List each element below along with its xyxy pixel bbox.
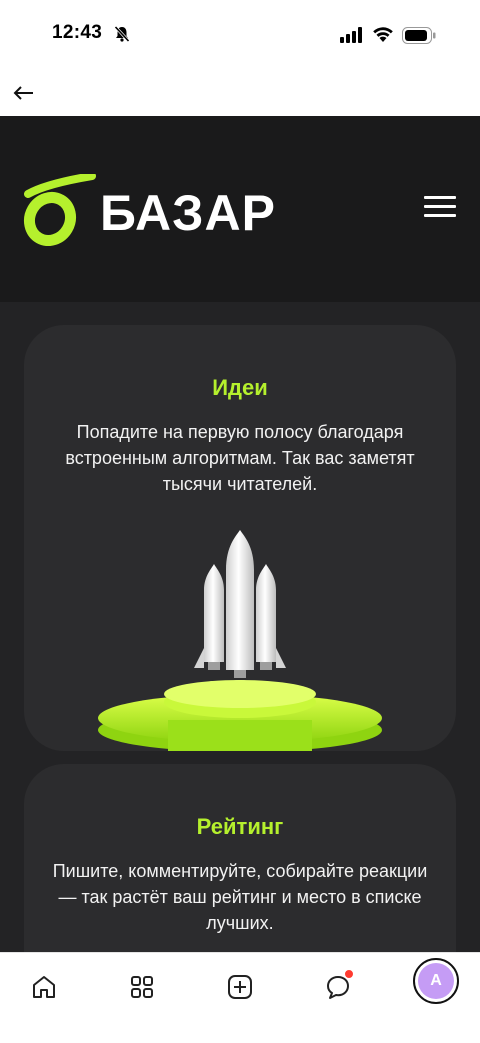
back-button[interactable] — [10, 80, 38, 106]
wifi-icon — [373, 27, 393, 42]
feature-card-ideas: Идеи Попадите на первую полосу благодаря… — [24, 325, 456, 751]
menu-button[interactable] — [424, 196, 460, 222]
main-content: Идеи Попадите на первую полосу благодаря… — [0, 302, 480, 952]
feature-card-rating: Рейтинг Пишите, комментируйте, собирайте… — [24, 764, 456, 952]
rocket-illustration — [98, 530, 382, 751]
avatar: A — [418, 963, 454, 999]
nav-bar — [0, 70, 480, 116]
tab-chat[interactable] — [316, 965, 360, 1009]
tab-add[interactable] — [218, 965, 262, 1009]
card-title: Идеи — [212, 375, 268, 400]
notification-badge — [344, 969, 354, 979]
tab-grid[interactable] — [120, 965, 164, 1009]
logo-mark[interactable] — [20, 174, 96, 246]
hamburger-menu-icon — [424, 196, 456, 199]
tab-profile[interactable]: A — [413, 958, 459, 1004]
grid-icon — [131, 976, 153, 998]
plus-square-icon — [228, 975, 252, 999]
bell-slash-icon — [114, 25, 130, 43]
bottom-tab-bar: A — [0, 952, 480, 1043]
status-bar: 12:43 — [0, 0, 480, 70]
logo-text[interactable]: БАЗАР — [100, 188, 276, 238]
battery-icon — [402, 27, 436, 44]
status-time: 12:43 — [52, 22, 103, 43]
card-text: Пишите, комментируйте, собирайте реакции… — [52, 861, 428, 933]
card-text: Попадите на первую полосу благодаря встр… — [65, 422, 415, 494]
cellular-signal-icon — [340, 27, 362, 43]
card-title: Рейтинг — [196, 814, 284, 839]
home-icon — [33, 976, 55, 998]
arrow-left-icon — [13, 86, 33, 100]
site-header: БАЗАР — [0, 116, 480, 302]
tab-home[interactable] — [22, 965, 66, 1009]
